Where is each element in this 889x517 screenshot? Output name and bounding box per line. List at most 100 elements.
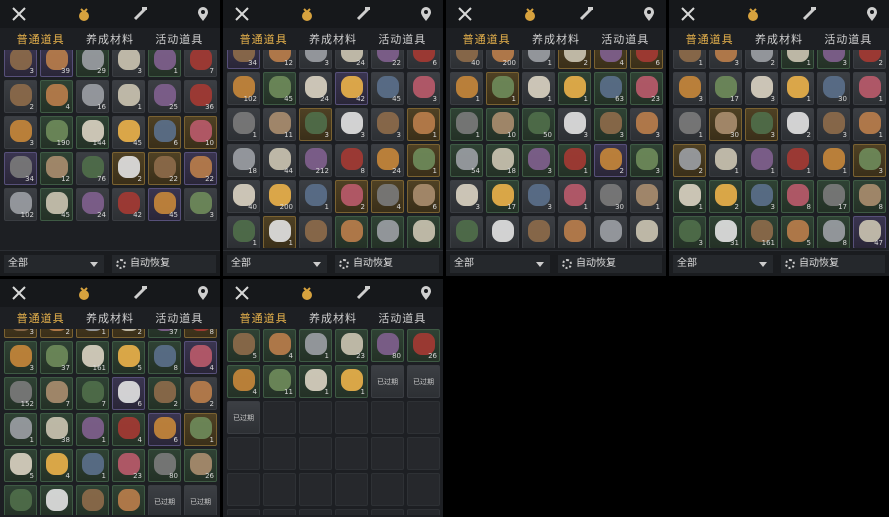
- item-slot[interactable]: 3: [522, 180, 555, 213]
- item-slot[interactable]: [299, 216, 332, 248]
- item-slot[interactable]: 42: [335, 72, 368, 105]
- empty-slot[interactable]: [371, 437, 404, 470]
- item-slot[interactable]: 1: [853, 108, 886, 141]
- item-slot[interactable]: 25: [148, 80, 181, 113]
- crossed-swords-icon[interactable]: [679, 5, 697, 23]
- item-slot[interactable]: 4: [112, 413, 145, 446]
- location-pin-icon[interactable]: [194, 5, 212, 23]
- empty-slot[interactable]: [263, 473, 296, 506]
- item-slot[interactable]: 30: [594, 180, 627, 213]
- item-slot[interactable]: 1: [673, 108, 706, 141]
- item-slot[interactable]: 4: [40, 80, 73, 113]
- empty-slot[interactable]: [371, 509, 404, 515]
- item-slot[interactable]: 190: [40, 116, 73, 149]
- item-slot[interactable]: 4: [184, 341, 217, 374]
- empty-slot[interactable]: [371, 401, 404, 434]
- item-slot[interactable]: 23: [112, 449, 145, 482]
- item-slot[interactable]: 39: [40, 50, 73, 77]
- item-slot[interactable]: [558, 216, 591, 248]
- item-slot[interactable]: 3: [299, 108, 332, 141]
- empty-slot[interactable]: [263, 401, 296, 434]
- item-slot[interactable]: 3: [335, 108, 368, 141]
- item-slot[interactable]: 4: [227, 365, 260, 398]
- crossed-swords-icon[interactable]: [10, 284, 28, 302]
- tab-3[interactable]: 活动道具: [601, 31, 649, 47]
- empty-slot[interactable]: [407, 401, 440, 434]
- item-slot[interactable]: 37: [148, 329, 181, 338]
- scroll-brush-icon[interactable]: [354, 5, 372, 23]
- item-slot[interactable]: 3: [630, 108, 663, 141]
- coin-pouch-icon[interactable]: [744, 5, 762, 23]
- item-slot[interactable]: 1: [709, 144, 742, 177]
- tab-1[interactable]: 普通道具: [463, 31, 511, 47]
- item-slot[interactable]: 1: [630, 180, 663, 213]
- item-slot[interactable]: 200: [486, 50, 519, 69]
- empty-slot[interactable]: [335, 509, 368, 515]
- item-slot[interactable]: 29: [76, 50, 109, 77]
- item-slot[interactable]: [76, 485, 109, 515]
- crossed-swords-icon[interactable]: [233, 5, 251, 23]
- item-slot[interactable]: 1: [486, 72, 519, 105]
- auto-restore-button[interactable]: 自动恢复: [781, 255, 885, 273]
- item-slot[interactable]: 6: [148, 413, 181, 446]
- coin-pouch-icon[interactable]: [75, 284, 93, 302]
- item-slot[interactable]: 102: [4, 188, 37, 221]
- item-slot[interactable]: 2: [112, 152, 145, 185]
- item-slot[interactable]: 44: [263, 144, 296, 177]
- item-slot[interactable]: 1: [76, 413, 109, 446]
- item-slot[interactable]: 1: [227, 216, 260, 248]
- filter-dropdown[interactable]: 全部: [227, 255, 327, 273]
- item-slot[interactable]: 8: [148, 341, 181, 374]
- item-slot[interactable]: [522, 216, 555, 248]
- item-slot[interactable]: 8: [853, 180, 886, 213]
- item-slot[interactable]: 40: [450, 50, 483, 69]
- empty-slot[interactable]: [227, 509, 260, 515]
- item-slot[interactable]: 5: [781, 216, 814, 248]
- item-slot[interactable]: 1: [781, 144, 814, 177]
- scroll-brush-icon[interactable]: [800, 5, 818, 23]
- item-slot[interactable]: 1: [673, 50, 706, 69]
- auto-restore-button[interactable]: 自动恢复: [112, 255, 216, 273]
- item-slot[interactable]: 30: [709, 108, 742, 141]
- item-slot[interactable]: 26: [184, 449, 217, 482]
- item-slot[interactable]: [335, 216, 368, 248]
- item-slot[interactable]: 3: [4, 116, 37, 149]
- item-slot[interactable]: 17: [709, 72, 742, 105]
- location-pin-icon[interactable]: [417, 5, 435, 23]
- scroll-brush-icon[interactable]: [131, 5, 149, 23]
- auto-restore-button[interactable]: 自动恢复: [558, 255, 662, 273]
- item-slot[interactable]: 152: [4, 377, 37, 410]
- item-slot[interactable]: 5: [112, 341, 145, 374]
- item-slot[interactable]: 7: [184, 50, 217, 77]
- item-slot[interactable]: 4: [371, 180, 404, 213]
- crossed-swords-icon[interactable]: [10, 5, 28, 23]
- item-slot[interactable]: 3: [184, 188, 217, 221]
- item-slot[interactable]: 3: [594, 108, 627, 141]
- filter-dropdown[interactable]: 全部: [673, 255, 773, 273]
- item-slot[interactable]: 102: [227, 72, 260, 105]
- item-slot[interactable]: 45: [263, 72, 296, 105]
- item-slot[interactable]: 已过期: [371, 365, 404, 398]
- item-slot[interactable]: 已过期: [407, 365, 440, 398]
- item-slot[interactable]: 23: [335, 329, 368, 362]
- item-slot[interactable]: 3: [745, 180, 778, 213]
- coin-pouch-icon[interactable]: [298, 284, 316, 302]
- item-slot[interactable]: [630, 216, 663, 248]
- item-slot[interactable]: 45: [40, 188, 73, 221]
- item-slot[interactable]: 26: [407, 329, 440, 362]
- empty-slot[interactable]: [335, 401, 368, 434]
- item-slot[interactable]: 3: [558, 108, 591, 141]
- item-slot[interactable]: 2: [745, 50, 778, 69]
- item-slot[interactable]: 6: [148, 116, 181, 149]
- item-slot[interactable]: 1: [263, 216, 296, 248]
- tab-2[interactable]: 养成材料: [309, 310, 357, 326]
- location-pin-icon[interactable]: [640, 5, 658, 23]
- item-slot[interactable]: 34: [227, 50, 260, 69]
- item-slot[interactable]: 161: [76, 341, 109, 374]
- item-slot[interactable]: 3: [817, 108, 850, 141]
- item-slot[interactable]: 3: [673, 72, 706, 105]
- item-slot[interactable]: 8: [817, 216, 850, 248]
- tab-2[interactable]: 养成材料: [755, 31, 803, 47]
- item-slot[interactable]: 45: [371, 72, 404, 105]
- item-slot[interactable]: 2: [40, 329, 73, 338]
